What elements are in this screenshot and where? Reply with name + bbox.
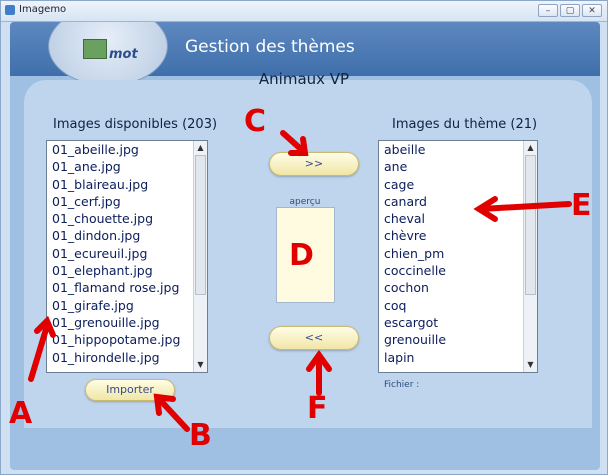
list-item[interactable]: 01_ecureuil.jpg	[47, 245, 193, 262]
list-item[interactable]: cheval	[379, 210, 523, 227]
list-item[interactable]: 01_blaireau.jpg	[47, 176, 193, 193]
list-item[interactable]: 01_grenouille.jpg	[47, 314, 193, 331]
available-list-scrollbar[interactable]: ▲ ▼	[193, 141, 207, 372]
scroll-up-icon[interactable]: ▲	[524, 141, 537, 155]
list-item[interactable]: 01_elephant.jpg	[47, 262, 193, 279]
import-button[interactable]: Importer	[85, 379, 175, 401]
annotation-e: E	[571, 188, 592, 223]
list-item[interactable]: escargot	[379, 314, 523, 331]
scroll-thumb[interactable]	[195, 155, 206, 295]
list-item[interactable]: cage	[379, 176, 523, 193]
theme-list-scrollbar[interactable]: ▲ ▼	[523, 141, 537, 372]
logo-image-icon	[83, 39, 107, 59]
app-window: Imagemo – ▢ ✕ mot Gestion des thèmes Ani…	[0, 0, 608, 475]
list-item[interactable]: cochon	[379, 279, 523, 296]
list-item[interactable]: abeille	[379, 141, 523, 158]
annotation-d: D	[289, 238, 314, 273]
annotation-c: C	[244, 104, 267, 139]
list-item[interactable]: 01_girafe.jpg	[47, 297, 193, 314]
scroll-up-icon[interactable]: ▲	[194, 141, 207, 155]
list-item[interactable]: 01_chouette.jpg	[47, 210, 193, 227]
list-item[interactable]: chèvre	[379, 227, 523, 244]
list-item[interactable]: 01_hirondelle.jpg	[47, 349, 193, 366]
list-item[interactable]: 01_cerf.jpg	[47, 193, 193, 210]
maximize-button[interactable]: ▢	[560, 4, 580, 17]
annotation-b: B	[189, 418, 212, 453]
header-bar: mot Gestion des thèmes	[10, 22, 600, 86]
app-icon	[5, 5, 15, 15]
page-title: Gestion des thèmes	[185, 37, 355, 57]
scroll-thumb[interactable]	[525, 155, 536, 295]
logo-text: mot	[109, 47, 138, 62]
theme-images-label: Images du thème (21)	[392, 117, 538, 132]
list-item[interactable]: coccinelle	[379, 262, 523, 279]
list-item[interactable]: 01_flamand rose.jpg	[47, 279, 193, 296]
list-item[interactable]: canard	[379, 193, 523, 210]
title-bar: Imagemo – ▢ ✕	[1, 1, 607, 22]
preview-label: aperçu	[289, 197, 321, 207]
list-item[interactable]: lapin	[379, 349, 523, 366]
list-item[interactable]: ane	[379, 158, 523, 175]
add-to-theme-button[interactable]: >>	[269, 152, 359, 176]
list-item[interactable]: 01_hippopotame.jpg	[47, 331, 193, 348]
list-item[interactable]: chien_pm	[379, 245, 523, 262]
available-images-list[interactable]: 01_abeille.jpg 01_ane.jpg 01_blaireau.jpg 0…	[46, 140, 208, 373]
available-images-label: Images disponibles (203)	[53, 117, 218, 132]
close-button[interactable]: ✕	[582, 4, 602, 17]
list-item[interactable]: grenouille	[379, 331, 523, 348]
list-item[interactable]: 01_ane.jpg	[47, 158, 193, 175]
scroll-down-icon[interactable]: ▼	[524, 358, 537, 372]
theme-name: Animaux VP	[258, 70, 350, 88]
theme-images-list[interactable]: abeille ane cage canard cheval chèvre chien_pm…	[378, 140, 538, 373]
remove-from-theme-button[interactable]: <<	[269, 326, 359, 350]
annotation-a: A	[9, 396, 33, 431]
list-item[interactable]: 01_abeille.jpg	[47, 141, 193, 158]
minimize-button[interactable]: –	[538, 4, 558, 17]
scroll-down-icon[interactable]: ▼	[194, 358, 207, 372]
file-label: Fichier :	[384, 380, 420, 390]
annotation-f: F	[307, 391, 328, 426]
window-title: Imagemo	[19, 4, 67, 15]
list-item[interactable]: 01_dindon.jpg	[47, 227, 193, 244]
list-item[interactable]: coq	[379, 297, 523, 314]
